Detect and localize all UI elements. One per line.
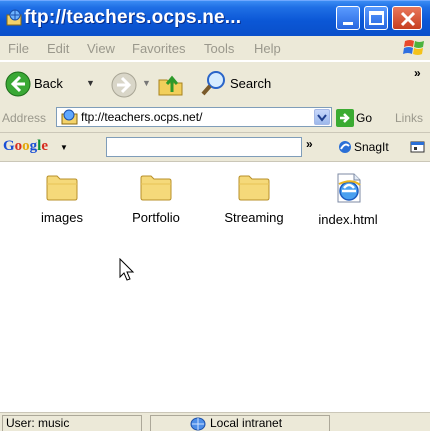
ie-document-icon <box>337 173 361 203</box>
snagit-label[interactable]: SnagIt <box>354 140 389 154</box>
menu-edit[interactable]: Edit <box>47 41 69 56</box>
google-dropdown-icon[interactable]: ▼ <box>60 143 68 152</box>
file-name: Streaming <box>224 210 284 225</box>
capture-window-icon[interactable] <box>410 140 426 154</box>
ftp-icon <box>6 9 22 26</box>
menu-tools[interactable]: Tools <box>204 41 234 56</box>
folder-icon <box>140 175 172 201</box>
file-name: images <box>41 210 83 225</box>
maximize-button[interactable] <box>364 6 388 30</box>
folder-streaming[interactable]: Streaming <box>212 172 296 225</box>
close-button[interactable] <box>392 6 422 30</box>
chevron-down-icon <box>317 114 327 122</box>
forward-arrow-icon[interactable] <box>110 71 138 99</box>
ftp-site-icon <box>61 109 78 125</box>
menu-view[interactable]: View <box>87 41 115 56</box>
status-user: User: music <box>6 416 70 430</box>
forward-dropdown-icon[interactable]: ▼ <box>142 78 151 88</box>
folder-content[interactable]: images Portfolio Streaming index.html <box>0 162 430 412</box>
address-bar: Address ftp://teachers.ocps.net/ Go Link… <box>0 104 430 133</box>
google-search-input[interactable] <box>106 137 302 157</box>
maximize-icon <box>369 11 384 25</box>
address-dropdown-button[interactable] <box>314 109 330 125</box>
file-index-html[interactable]: index.html <box>306 172 390 227</box>
search-button-label[interactable]: Search <box>230 76 271 91</box>
toolbar-overflow-chevron[interactable]: » <box>414 66 421 80</box>
local-intranet-icon <box>190 417 206 431</box>
standard-toolbar: Back ▼ ▼ Search » <box>0 61 430 105</box>
folder-portfolio[interactable]: Portfolio <box>114 172 198 225</box>
windows-logo-icon <box>403 40 424 55</box>
title-bar[interactable]: ftp://teachers.ocps.ne... <box>0 0 430 37</box>
links-label[interactable]: Links <box>395 111 423 125</box>
menu-bar: File Edit View Favorites Tools Help <box>0 36 430 61</box>
window-title: ftp://teachers.ocps.ne... <box>24 7 242 28</box>
google-logo[interactable]: Google <box>3 138 48 155</box>
go-button-label[interactable]: Go <box>356 111 372 125</box>
folder-images[interactable]: images <box>20 172 104 225</box>
close-icon <box>400 11 416 27</box>
minimize-button[interactable] <box>336 6 360 30</box>
status-zone: Local intranet <box>210 416 283 430</box>
address-label: Address <box>2 111 47 125</box>
back-button-label[interactable]: Back <box>34 76 63 91</box>
status-bar: User: music Local intranet <box>0 412 430 431</box>
menu-favorites[interactable]: Favorites <box>132 41 185 56</box>
menu-help[interactable]: Help <box>254 41 281 56</box>
search-icon[interactable] <box>200 69 228 97</box>
up-folder-icon[interactable] <box>156 70 186 98</box>
menu-file[interactable]: File <box>8 41 29 56</box>
back-dropdown-icon[interactable]: ▼ <box>86 78 95 88</box>
minimize-icon <box>343 22 353 25</box>
snagit-icon[interactable] <box>338 140 352 154</box>
file-name: Portfolio <box>132 210 180 225</box>
address-value[interactable]: ftp://teachers.ocps.net/ <box>81 110 202 124</box>
folder-icon <box>46 175 78 201</box>
file-name: index.html <box>318 212 378 227</box>
google-overflow-chevron[interactable]: » <box>306 137 313 151</box>
folder-icon <box>238 175 270 201</box>
address-input[interactable]: ftp://teachers.ocps.net/ <box>56 107 332 127</box>
go-arrow-icon[interactable] <box>336 109 354 127</box>
google-toolbar: Google ▼ » SnagIt <box>0 133 430 162</box>
back-arrow-icon[interactable] <box>4 70 32 98</box>
mouse-pointer-icon <box>119 258 135 281</box>
